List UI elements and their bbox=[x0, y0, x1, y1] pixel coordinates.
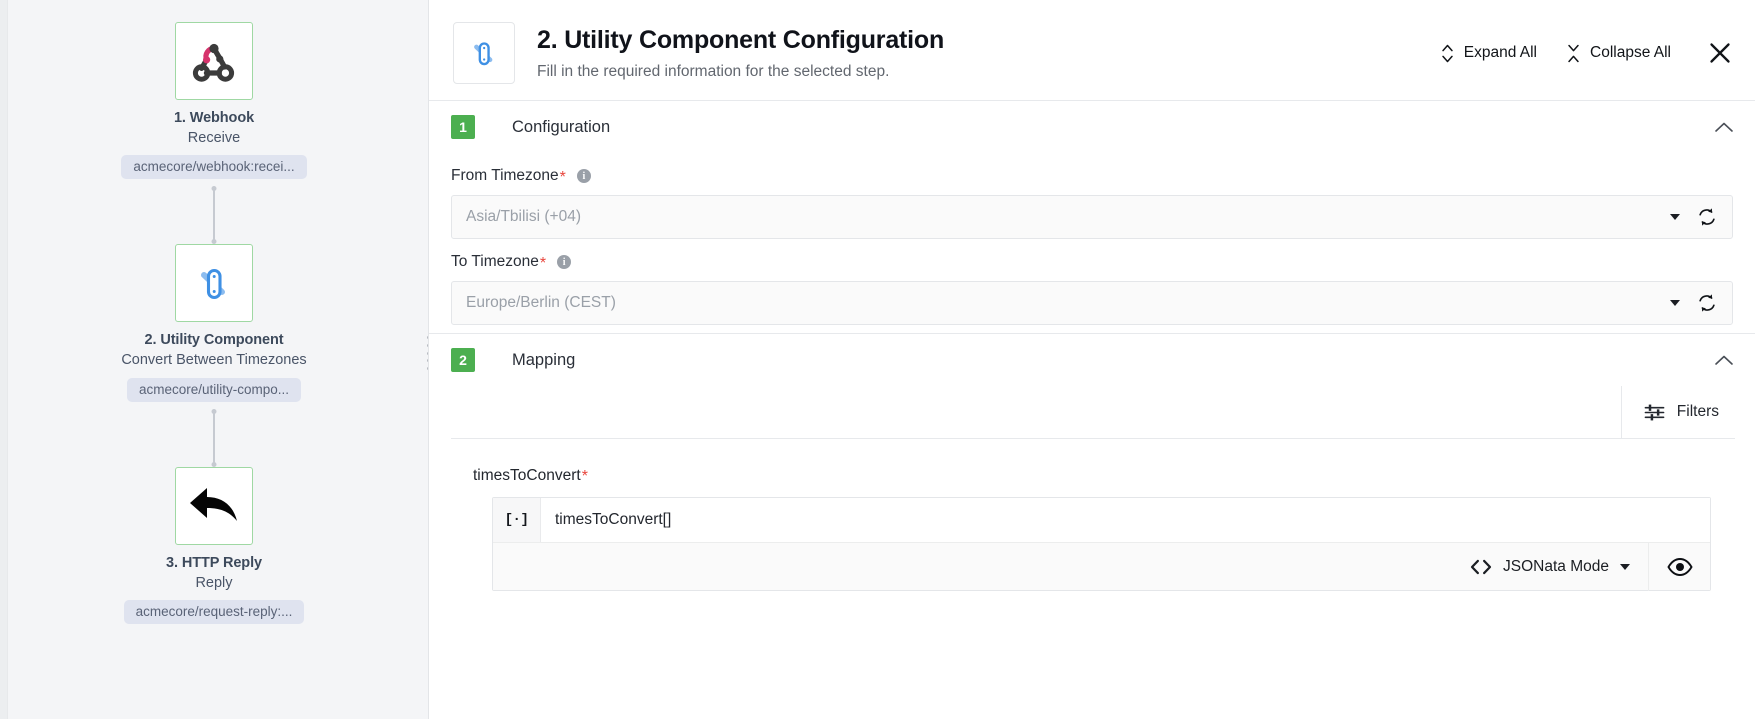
flow-node-title: 1. Webhook bbox=[173, 110, 255, 126]
flow-node-icon-box[interactable] bbox=[175, 244, 253, 323]
preview-toggle-button[interactable] bbox=[1648, 542, 1710, 591]
section-badge: 1 bbox=[451, 115, 475, 139]
collapse-all-label: Collapse All bbox=[1590, 44, 1671, 61]
jsonata-mode-label: JSONata Mode bbox=[1503, 557, 1609, 575]
utility-component-configuration-screen: 1. Webhook Receive acmecore/webhook:rece… bbox=[0, 0, 1755, 719]
to-timezone-select[interactable]: Europe/Berlin (CEST) bbox=[451, 281, 1733, 325]
expand-all-button[interactable]: Expand All bbox=[1439, 42, 1539, 65]
eye-icon bbox=[1666, 557, 1693, 576]
mapping-toolbar: Filters bbox=[451, 385, 1735, 439]
array-type-icon: [·] bbox=[493, 498, 541, 542]
chevron-up-icon[interactable] bbox=[1715, 122, 1733, 133]
flow-connector bbox=[213, 410, 215, 465]
field-to-timezone: To Timezone * i Europe/Berlin (CEST) bbox=[451, 239, 1733, 325]
field-label-text: timesToConvert bbox=[473, 467, 581, 484]
chevron-up-icon[interactable] bbox=[1715, 355, 1733, 366]
flow-panel: 1. Webhook Receive acmecore/webhook:rece… bbox=[0, 0, 429, 719]
flow-node-subtitle: Reply bbox=[195, 574, 233, 591]
mapping-expression-input[interactable]: timesToConvert[] bbox=[541, 498, 1710, 542]
flow-node-webhook[interactable]: 1. Webhook Receive acmecore/webhook:rece… bbox=[121, 22, 307, 180]
section-configuration-body: From Timezone * i Asia/Tbilisi (+04) To … bbox=[429, 153, 1755, 333]
flow-node-http-reply[interactable]: 3. HTTP Reply Reply acmecore/request-rep… bbox=[123, 466, 305, 624]
to-timezone-value: Europe/Berlin (CEST) bbox=[466, 294, 616, 311]
field-times-to-convert: timesToConvert * [·] timesToConvert[] JS… bbox=[429, 439, 1755, 591]
page-title: 2. Utility Component Configuration bbox=[537, 26, 945, 54]
collapse-vertical-icon bbox=[1567, 44, 1580, 63]
swiss-army-knife-icon bbox=[465, 34, 503, 72]
section-title: Mapping bbox=[512, 350, 576, 369]
expand-vertical-icon bbox=[1441, 44, 1454, 63]
chevron-down-icon[interactable] bbox=[1620, 563, 1630, 570]
flow-node-chip[interactable]: acmecore/utility-compo... bbox=[126, 377, 302, 402]
header-icon-box bbox=[453, 22, 515, 84]
section-mapping: 2 Mapping Filters timesToConvert * [·] t… bbox=[429, 333, 1755, 591]
close-icon bbox=[1708, 41, 1732, 65]
flow-node-list: 1. Webhook Receive acmecore/webhook:rece… bbox=[0, 22, 428, 624]
field-label-text: From Timezone bbox=[451, 167, 559, 184]
info-icon[interactable]: i bbox=[576, 169, 591, 183]
flow-node-title: 3. HTTP Reply bbox=[166, 554, 262, 571]
field-label: From Timezone * i bbox=[451, 167, 1733, 186]
refresh-icon[interactable] bbox=[1696, 206, 1718, 228]
section-title: Configuration bbox=[512, 117, 611, 136]
section-badge: 2 bbox=[451, 348, 475, 372]
field-label: timesToConvert * bbox=[473, 467, 1733, 485]
flow-node-chip[interactable]: acmecore/request-reply:... bbox=[123, 599, 305, 624]
code-brackets-icon bbox=[1470, 559, 1492, 575]
close-button[interactable] bbox=[1705, 38, 1735, 68]
jsonata-mode-selector[interactable]: JSONata Mode bbox=[1452, 543, 1648, 591]
flow-connector bbox=[213, 188, 215, 243]
field-label: To Timezone * i bbox=[451, 253, 1733, 272]
required-asterisk: * bbox=[559, 169, 566, 186]
field-from-timezone: From Timezone * i Asia/Tbilisi (+04) bbox=[451, 153, 1733, 239]
swiss-army-knife-icon bbox=[189, 258, 239, 308]
flow-node-subtitle: Convert Between Timezones bbox=[121, 352, 307, 369]
chevron-down-icon[interactable] bbox=[1670, 300, 1680, 306]
field-label-text: To Timezone bbox=[451, 253, 539, 270]
expand-all-label: Expand All bbox=[1463, 44, 1537, 61]
filters-label: Filters bbox=[1676, 403, 1719, 420]
info-icon[interactable]: i bbox=[557, 255, 572, 269]
chevron-down-icon[interactable] bbox=[1670, 214, 1680, 220]
mapping-expression-editor: [·] timesToConvert[] JSONata Mode bbox=[492, 497, 1711, 591]
reply-arrow-icon bbox=[186, 483, 242, 529]
collapse-all-button[interactable]: Collapse All bbox=[1565, 42, 1673, 65]
header-text: 2. Utility Component Configuration Fill … bbox=[537, 22, 944, 81]
tune-sliders-icon bbox=[1644, 402, 1665, 423]
configuration-panel: 2. Utility Component Configuration Fill … bbox=[429, 0, 1755, 719]
page-subtitle: Fill in the required information for the… bbox=[537, 63, 890, 80]
flow-node-title: 2. Utility Component bbox=[144, 332, 284, 349]
flow-node-icon-box[interactable] bbox=[174, 22, 253, 100]
section-configuration: 1 Configuration From Timezone * i Asia/T… bbox=[429, 100, 1755, 333]
required-asterisk: * bbox=[581, 468, 588, 485]
filters-button[interactable]: Filters bbox=[1620, 385, 1735, 439]
mapping-editor-footer: JSONata Mode bbox=[493, 542, 1710, 591]
mapping-row: [·] timesToConvert[] bbox=[493, 498, 1710, 542]
webhook-icon bbox=[188, 35, 240, 87]
required-asterisk: * bbox=[539, 255, 547, 272]
from-timezone-select[interactable]: Asia/Tbilisi (+04) bbox=[451, 195, 1733, 239]
flow-node-subtitle: Receive bbox=[187, 130, 241, 147]
from-timezone-value: Asia/Tbilisi (+04) bbox=[466, 208, 581, 225]
header-actions: Expand All Collapse All bbox=[1439, 38, 1735, 68]
flow-node-icon-box[interactable] bbox=[175, 466, 253, 545]
flow-node-utility-component[interactable]: 2. Utility Component Convert Between Tim… bbox=[121, 244, 307, 402]
section-mapping-header[interactable]: 2 Mapping bbox=[429, 334, 1755, 386]
section-configuration-header[interactable]: 1 Configuration bbox=[429, 101, 1755, 153]
panel-header: 2. Utility Component Configuration Fill … bbox=[429, 0, 1755, 100]
flow-node-chip[interactable]: acmecore/webhook:recei... bbox=[121, 155, 307, 180]
refresh-icon[interactable] bbox=[1696, 292, 1718, 314]
